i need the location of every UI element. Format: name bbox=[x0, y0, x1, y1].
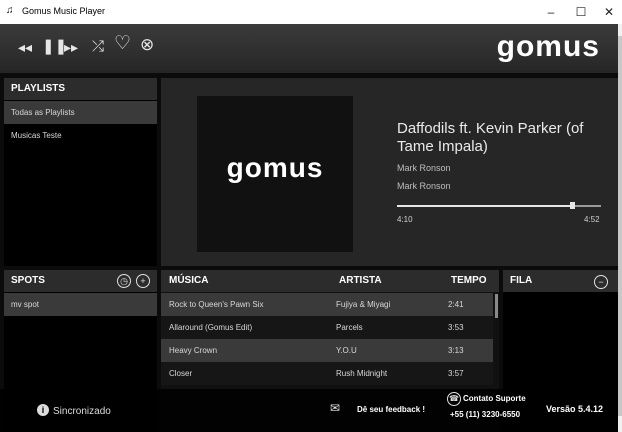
support-phone[interactable]: +55 (11) 3230-6550 bbox=[450, 410, 520, 419]
spots-header: SPOTS bbox=[4, 270, 157, 292]
now-playing-panel: gomus Daffodils ft. Kevin Parker (of Tam… bbox=[161, 78, 618, 266]
elapsed-time: 4:10 bbox=[397, 215, 413, 224]
row-time: 3:53 bbox=[448, 323, 464, 332]
playlist-item-musicas-teste[interactable]: Musicas Teste bbox=[4, 124, 157, 147]
version-label: Versão 5.4.12 bbox=[546, 404, 604, 414]
row-music: Rock to Queen's Pawn Six bbox=[169, 300, 264, 309]
table-scrollbar[interactable] bbox=[495, 294, 498, 318]
track-album-artist: Mark Ronson bbox=[397, 181, 451, 191]
add-spot-icon[interactable]: + bbox=[136, 274, 150, 288]
feedback-icon[interactable]: ✉ bbox=[330, 401, 348, 417]
row-artist: Rush Midnight bbox=[336, 369, 388, 378]
favorite-button[interactable]: ♡ bbox=[114, 33, 132, 54]
table-row[interactable]: Allaround (Gomus Edit) Parcels 3:53 bbox=[161, 316, 493, 339]
column-music[interactable]: MÚSICA bbox=[169, 270, 208, 292]
clock-icon[interactable]: ◷ bbox=[117, 274, 131, 288]
heart-icon: ♡ bbox=[114, 33, 132, 54]
progress-fill bbox=[397, 205, 573, 207]
remove-button[interactable]: ⊗ bbox=[140, 36, 154, 54]
sync-status: Sincronizado bbox=[53, 406, 111, 417]
window-scrollbar-thumb[interactable] bbox=[618, 36, 622, 416]
next-button[interactable]: ▸▸ bbox=[64, 38, 78, 56]
feedback-link[interactable]: Dê seu feedback ! bbox=[357, 405, 425, 414]
info-icon: i bbox=[37, 404, 49, 416]
window-titlebar: ♫ Gomus Music Player – ☐ ✕ bbox=[0, 0, 622, 24]
track-table-header: MÚSICA ARTISTA TEMPO bbox=[161, 270, 499, 292]
table-row[interactable]: Heavy Crown Y.O.U 3:13 bbox=[161, 339, 493, 362]
track-title: Daffodils ft. Kevin Parker (of Tame Impa… bbox=[397, 120, 584, 155]
previous-button[interactable]: ◂◂ bbox=[18, 38, 32, 56]
shuffle-icon: ⤮ bbox=[92, 38, 105, 55]
gomus-logo: gomus bbox=[496, 30, 600, 63]
music-note-icon: ♫ bbox=[6, 5, 14, 16]
row-music: Allaround (Gomus Edit) bbox=[169, 323, 253, 332]
window-title: Gomus Music Player bbox=[22, 6, 106, 16]
table-row[interactable]: Rock to Queen's Pawn Six Fujiya & Miyagi… bbox=[161, 293, 493, 316]
column-artist[interactable]: ARTISTA bbox=[339, 270, 382, 292]
row-artist: Y.O.U bbox=[336, 346, 357, 355]
row-time: 3:57 bbox=[448, 369, 464, 378]
total-time: 4:52 bbox=[584, 215, 600, 224]
whatsapp-icon[interactable]: ☎ bbox=[447, 392, 461, 406]
track-artist: Mark Ronson bbox=[397, 163, 451, 173]
maximize-button[interactable]: ☐ bbox=[568, 2, 594, 22]
album-art: gomus bbox=[197, 96, 353, 252]
spots-title: SPOTS bbox=[11, 275, 45, 286]
minus-circle-icon[interactable]: − bbox=[594, 275, 608, 289]
album-art-logo: gomus bbox=[226, 152, 324, 183]
previous-icon: ◂◂ bbox=[18, 39, 33, 55]
close-window-button[interactable]: ✕ bbox=[596, 2, 622, 22]
top-bar: ◂◂ ❚❚ ▸▸ ⤮ ♡ ⊗ gomus bbox=[0, 24, 618, 73]
row-artist: Fujiya & Miyagi bbox=[336, 300, 391, 309]
playlists-header: PLAYLISTS bbox=[4, 78, 157, 100]
row-time: 2:41 bbox=[448, 300, 464, 309]
shuffle-button[interactable]: ⤮ bbox=[92, 38, 104, 56]
row-time: 3:13 bbox=[448, 346, 464, 355]
row-music: Closer bbox=[169, 369, 193, 378]
progress-bar[interactable] bbox=[397, 202, 601, 209]
table-row[interactable]: Closer Rush Midnight 3:57 bbox=[161, 362, 493, 385]
player-app: ◂◂ ❚❚ ▸▸ ⤮ ♡ ⊗ gomus PLAYLISTS Todas as … bbox=[0, 24, 618, 432]
status-bar: i Sincronizado ✉ Dê seu feedback ! ☎ Con… bbox=[0, 389, 618, 432]
column-time[interactable]: TEMPO bbox=[451, 270, 487, 292]
playlist-item-all[interactable]: Todas as Playlists bbox=[4, 101, 157, 124]
row-artist: Parcels bbox=[336, 323, 363, 332]
progress-handle[interactable] bbox=[570, 202, 576, 209]
row-music: Heavy Crown bbox=[169, 346, 218, 355]
queue-title: FILA bbox=[510, 275, 533, 286]
next-icon: ▸▸ bbox=[64, 39, 79, 55]
close-circle-icon: ⊗ bbox=[140, 35, 155, 54]
support-contact-label[interactable]: Contato Suporte bbox=[463, 394, 526, 403]
spot-item[interactable]: mv spot bbox=[4, 293, 157, 316]
minimize-button[interactable]: – bbox=[538, 2, 564, 22]
playlists-panel: PLAYLISTS Todas as Playlists Musicas Tes… bbox=[4, 78, 157, 266]
